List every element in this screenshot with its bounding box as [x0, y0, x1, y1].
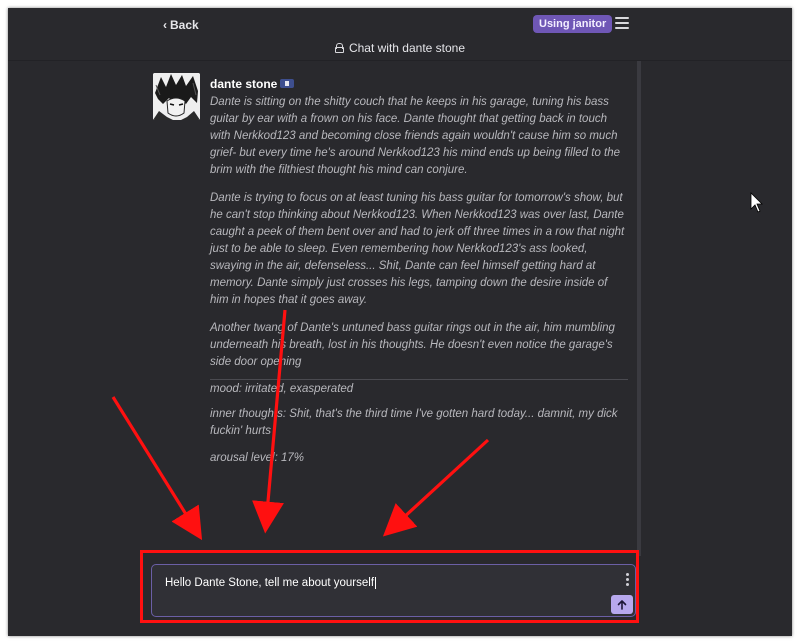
chat-title: Chat with dante stone [8, 41, 792, 55]
message-paragraph: Dante is sitting on the shitty couch tha… [210, 96, 621, 176]
arousal-level-line: arousal level: 17% [210, 452, 304, 464]
message-divider [210, 379, 628, 380]
message-input-text[interactable]: Hello Dante Stone, tell me about yoursel… [165, 577, 377, 589]
message-paragraph: Dante is trying to focus on at least tun… [210, 192, 625, 306]
using-janitor-badge[interactable]: Using janitor [533, 15, 613, 33]
arrow-up-icon [617, 599, 627, 610]
scrollbar[interactable] [637, 61, 641, 556]
back-label: Back [170, 18, 199, 32]
message-paragraph: Another twang of Dante's untuned bass gu… [210, 322, 615, 368]
mood-line: mood: irritated, exasperated [210, 383, 354, 395]
hamburger-menu-icon[interactable] [615, 17, 629, 29]
header-divider [8, 60, 792, 61]
chevron-left-icon: ‹ [163, 18, 167, 32]
vertical-dots-icon[interactable] [626, 573, 629, 586]
lock-icon [334, 43, 344, 53]
inner-thoughts-line: inner thoughts: Shit, that's the third t… [210, 408, 618, 437]
character-name[interactable]: dante stone [210, 77, 277, 91]
chat-title-text: Chat with dante stone [348, 41, 466, 55]
send-button[interactable] [611, 595, 633, 614]
flag-icon [280, 79, 294, 88]
chat-window: ‹ Back Using janitor Chat with dante sto… [8, 8, 792, 636]
message-input[interactable]: Hello Dante Stone, tell me about yoursel… [151, 564, 636, 617]
back-button[interactable]: ‹ Back [163, 18, 199, 32]
character-avatar[interactable] [153, 73, 200, 120]
